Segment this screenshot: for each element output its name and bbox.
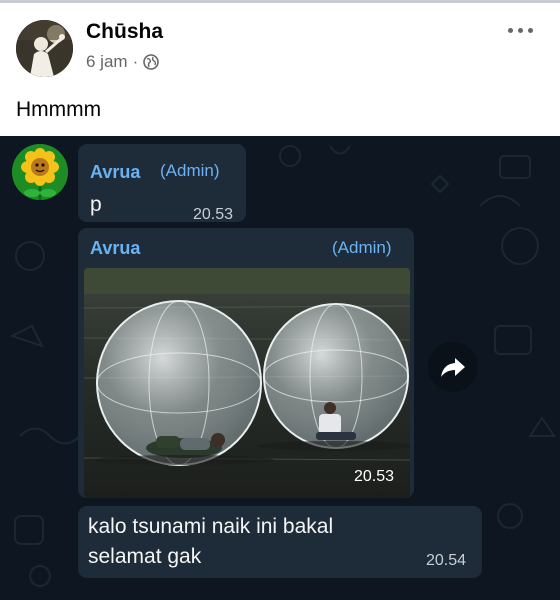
message-time: 20.54 <box>426 552 467 569</box>
message-bubble[interactable]: Avrua (Admin) p 20.53 <box>78 144 246 223</box>
sender-role-badge: (Admin) <box>160 161 220 180</box>
poster-name[interactable]: Chūsha <box>86 20 163 44</box>
message-bubble[interactable]: kalo tsunami naik ini bakal selamat gak … <box>78 506 482 578</box>
post-time[interactable]: 6 jam <box>86 52 128 72</box>
message-text: kalo tsunami naik ini bakal selamat gak <box>88 515 334 568</box>
post-header: Chūsha 6 jam · <box>0 0 560 90</box>
chat-screenshot: Avrua (Admin) p 20.53 Avrua (Admin) 20.5… <box>0 136 560 600</box>
meta-separator: · <box>132 52 139 71</box>
message-text: p <box>90 193 102 216</box>
sender-name[interactable]: Avrua <box>90 162 140 183</box>
photo-time: 20.53 <box>354 468 395 485</box>
post-meta: 6 jam · <box>86 52 160 72</box>
sender-role-badge: (Admin) <box>332 238 392 257</box>
sender-name[interactable]: Avrua <box>90 238 140 259</box>
message-time: 20.53 <box>193 206 234 223</box>
post-caption: Hmmmm <box>16 98 102 121</box>
message-photo[interactable]: 20.53 <box>84 268 410 498</box>
sender-avatar[interactable] <box>12 144 68 200</box>
more-dots-icon[interactable] <box>506 22 536 38</box>
poster-avatar[interactable] <box>16 20 73 77</box>
forward-arrow-icon[interactable] <box>428 342 478 392</box>
globe-icon[interactable] <box>143 54 160 70</box>
